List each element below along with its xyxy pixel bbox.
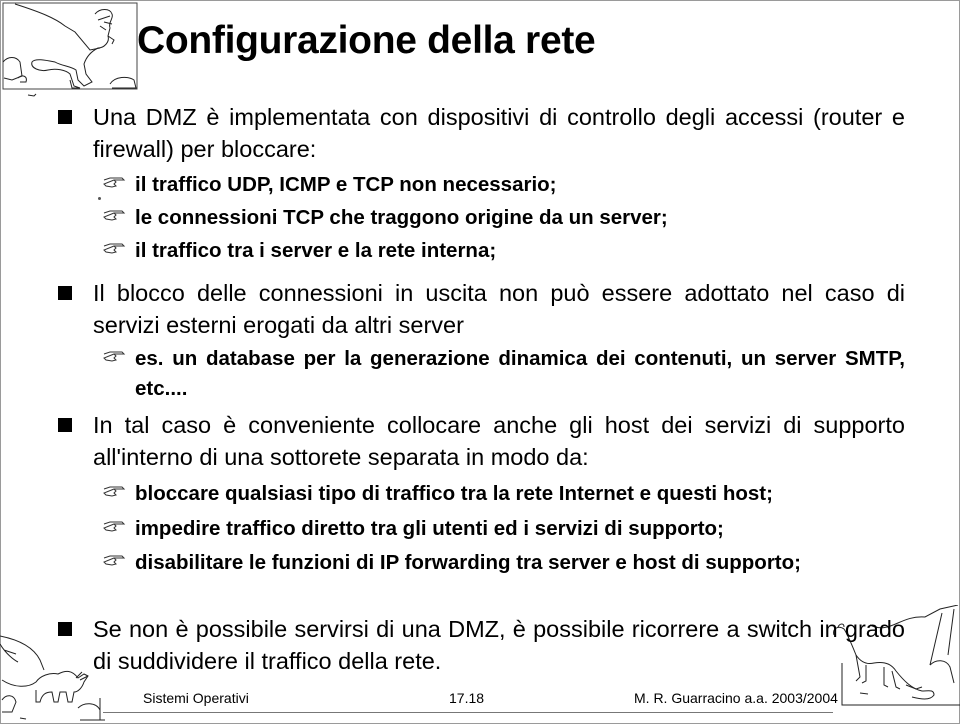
square-bullet-icon <box>58 418 72 432</box>
bullet-text: Se non è possibile servirsi di una DMZ, … <box>93 616 905 674</box>
bullet-item: In tal caso è conveniente collocare anch… <box>58 409 905 473</box>
sub-bullet-item: le connessioni TCP che traggono origine … <box>103 203 905 233</box>
sub-bullet-item: bloccare qualsiasi tipo di traffico tra … <box>103 479 905 509</box>
pointing-hand-icon <box>103 177 126 188</box>
footer-course: Sistemi Operativi <box>143 690 249 706</box>
sub-bullet-text: es. un database per la generazione dinam… <box>135 347 905 400</box>
pointing-hand-icon <box>103 210 126 221</box>
bullet-text: Una DMZ è implementata con dispositivi d… <box>93 104 905 162</box>
bullet-item: Una DMZ è implementata con dispositivi d… <box>58 101 905 165</box>
sub-bullet-text: bloccare qualsiasi tipo di traffico tra … <box>135 482 773 505</box>
footer-author: M. R. Guarracino a.a. 2003/2004 <box>634 690 838 706</box>
square-bullet-icon <box>58 110 72 124</box>
sub-bullet-item: es. un database per la generazione dinam… <box>103 344 905 404</box>
bullet-text: Il blocco delle connessioni in uscita no… <box>93 280 905 338</box>
square-bullet-icon <box>58 622 72 636</box>
sub-bullet-text: impedire traffico diretto tra gli utenti… <box>135 517 724 540</box>
bullet-item: Il blocco delle connessioni in uscita no… <box>58 277 905 341</box>
pointing-hand-icon <box>103 351 126 362</box>
sub-bullet-item: disabilitare le funzioni di IP forwardin… <box>103 548 905 578</box>
square-bullet-icon <box>58 286 72 300</box>
pointing-hand-icon <box>103 243 126 254</box>
slide-title: Configurazione della rete <box>137 19 596 62</box>
sub-bullet-item: impedire traffico diretto tra gli utenti… <box>103 514 905 544</box>
t-rex-clipart <box>2 2 138 97</box>
footer-page-number: 17.18 <box>449 690 485 706</box>
sub-bullet-text: il traffico tra i server e la rete inter… <box>135 239 497 262</box>
sub-bullet-item: il traffico UDP, ICMP e TCP non necessar… <box>103 170 905 200</box>
bullet-text: In tal caso è conveniente collocare anch… <box>93 412 905 470</box>
stray-mark <box>98 197 101 200</box>
pointing-hand-icon <box>103 521 126 532</box>
triceratops-clipart <box>0 635 105 721</box>
sub-bullet-text: le connessioni TCP che traggono origine … <box>135 206 668 229</box>
footer-rule <box>103 712 833 713</box>
bullet-item: Se non è possibile servirsi di una DMZ, … <box>58 613 905 677</box>
sub-bullet-item: il traffico tra i server e la rete inter… <box>103 236 905 266</box>
sub-bullet-text: disabilitare le funzioni di IP forwardin… <box>135 551 801 574</box>
pointing-hand-icon <box>103 486 126 497</box>
sub-bullet-text: il traffico UDP, ICMP e TCP non necessar… <box>135 173 557 196</box>
pointing-hand-icon <box>103 555 126 566</box>
